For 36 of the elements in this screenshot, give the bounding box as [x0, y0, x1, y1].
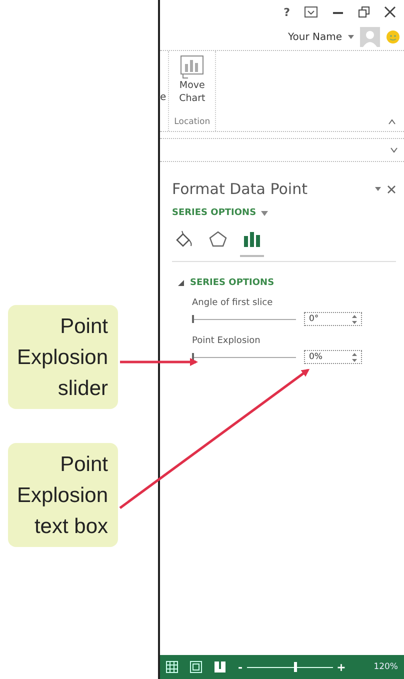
pane-title: Format Data Point — [172, 180, 308, 198]
group-label: Location — [174, 117, 210, 127]
user-name[interactable]: Your Name — [288, 32, 342, 42]
pentagon-icon — [208, 230, 228, 248]
zoom-in-button[interactable]: + — [336, 660, 346, 674]
help-button[interactable]: ? — [284, 6, 290, 18]
smiley-icon[interactable] — [386, 30, 400, 44]
zoom-out-button[interactable]: - — [238, 660, 243, 674]
page-break-icon[interactable] — [214, 661, 226, 673]
section-title[interactable]: SERIES OPTIONS — [190, 278, 274, 288]
ribbon-text: e — [160, 92, 166, 105]
move-chart-button[interactable]: Move Chart — [173, 55, 212, 105]
field-label: Point Explosion — [192, 336, 262, 346]
callout-label: Point Explosion slider — [8, 305, 118, 409]
restore-icon[interactable] — [358, 6, 370, 18]
close-icon[interactable] — [384, 6, 396, 18]
zoom-level[interactable]: 120% — [374, 662, 398, 672]
series-tab[interactable] — [240, 230, 264, 257]
callout-label: Point Explosion text box — [8, 443, 118, 547]
expand-icon[interactable] — [178, 280, 184, 286]
expand-icon[interactable] — [390, 147, 398, 153]
page-layout-icon[interactable] — [190, 661, 202, 673]
normal-view-icon[interactable] — [166, 661, 178, 673]
caret-icon[interactable] — [348, 35, 354, 39]
chart-icon — [180, 55, 204, 79]
ribbon-display-icon[interactable] — [304, 6, 318, 18]
collapse-ribbon-icon[interactable] — [388, 119, 396, 125]
close-icon[interactable] — [387, 184, 396, 194]
bar-chart-icon — [242, 230, 262, 248]
caret-icon — [261, 210, 268, 216]
spin-box[interactable]: 0% — [304, 350, 362, 364]
field-label: Angle of first slice — [192, 298, 274, 308]
spin-box[interactable]: 0° — [304, 312, 362, 326]
options-dropdown[interactable]: SERIES OPTIONS — [172, 208, 268, 218]
paint-bucket-icon — [174, 230, 194, 248]
caret-icon[interactable] — [375, 187, 381, 191]
